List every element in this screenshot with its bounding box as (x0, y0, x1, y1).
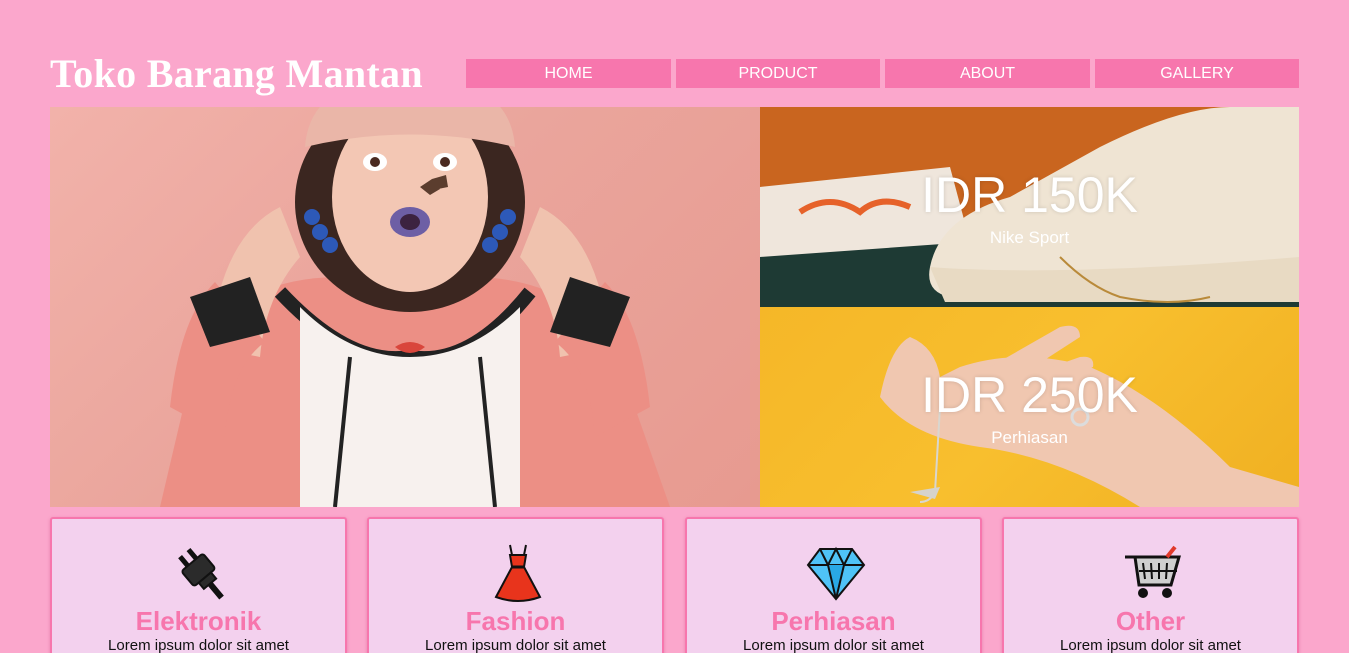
promo-nike-sport[interactable]: IDR 150K Nike Sport (760, 107, 1299, 307)
category-card-fashion[interactable]: Fashion Lorem ipsum dolor sit amet (367, 517, 664, 653)
promo-label: Nike Sport (989, 228, 1070, 247)
nav-about[interactable]: ABOUT (885, 59, 1090, 88)
promo-price: IDR 150K (921, 167, 1138, 223)
plug-icon (178, 547, 224, 600)
card-title: Other (1115, 606, 1186, 636)
card-desc: Lorem ipsum dolor sit amet (1060, 637, 1241, 653)
nav-product[interactable]: PRODUCT (676, 59, 880, 88)
main-nav: HOME PRODUCT ABOUT GALLERY (466, 59, 1299, 88)
diamond-icon (806, 546, 866, 601)
nav-gallery[interactable]: GALLERY (1095, 59, 1299, 88)
card-desc: Lorem ipsum dolor sit amet (425, 637, 606, 653)
card-title: Fashion (465, 606, 566, 636)
promo-perhiasan[interactable]: IDR 250K Perhiasan (760, 307, 1299, 507)
category-card-other[interactable]: Other Lorem ipsum dolor sit amet (1002, 517, 1299, 653)
category-card-perhiasan[interactable]: Perhiasan Lorem ipsum dolor sit amet (685, 517, 982, 653)
card-desc: Lorem ipsum dolor sit amet (743, 637, 924, 653)
nav-home[interactable]: HOME (466, 59, 671, 88)
brand-logo[interactable]: Toko Barang Mantan (50, 50, 423, 98)
promo-label: Perhiasan (991, 428, 1068, 447)
hero-main-image (50, 107, 760, 507)
category-card-elektronik[interactable]: Elektronik Lorem ipsum dolor sit amet (50, 517, 347, 653)
card-desc: Lorem ipsum dolor sit amet (108, 637, 289, 653)
page: Toko Barang Mantan HOME PRODUCT ABOUT GA… (0, 0, 1349, 653)
card-title: Perhiasan (771, 606, 896, 636)
fashion-model-illustration (160, 107, 670, 507)
card-title: Elektronik (135, 606, 262, 636)
promo-price: IDR 250K (921, 367, 1138, 423)
dress-icon (494, 544, 542, 602)
shopping-cart-icon (1125, 545, 1181, 598)
